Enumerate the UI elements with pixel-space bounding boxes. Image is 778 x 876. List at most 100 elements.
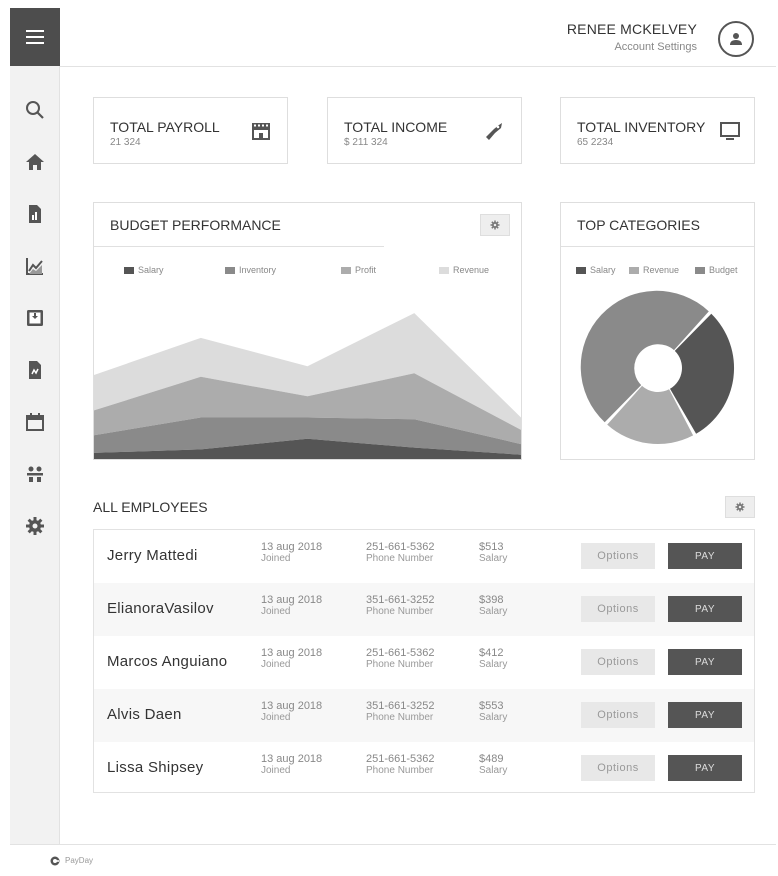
table-row: Lissa Shipsey 13 aug 2018 Joined 251-661-…	[94, 742, 754, 795]
gear-icon	[735, 502, 745, 512]
menu-button[interactable]	[10, 8, 60, 66]
legend-item-revenue: Revenue	[439, 265, 489, 275]
stat-title: TOTAL INCOME	[344, 119, 448, 135]
table-row: ElianoraVasilov 13 aug 2018 Joined 351-66…	[94, 583, 754, 636]
gear-icon	[490, 220, 500, 230]
panel-title: TOP CATEGORIES	[577, 217, 700, 233]
sidebar-item-documents[interactable]	[23, 358, 47, 382]
options-button[interactable]: Options	[581, 596, 655, 622]
legend-swatch	[124, 266, 134, 274]
tag-icon	[486, 123, 502, 140]
pay-button[interactable]: PAY	[668, 649, 742, 675]
phone-label: Phone Number	[366, 659, 434, 670]
salary-value: $489	[479, 753, 504, 765]
phone-cell: 251-661-5362 Phone Number	[366, 647, 435, 671]
sidebar-item-calendar[interactable]	[23, 410, 47, 434]
employees-title: ALL EMPLOYEES	[93, 499, 208, 515]
pay-button[interactable]: PAY	[668, 755, 742, 781]
joined-cell: 13 aug 2018 Joined	[261, 647, 322, 671]
pay-button[interactable]: PAY	[668, 543, 742, 569]
phone-number: 351-661-3252	[366, 700, 435, 712]
salary-label: Salary	[479, 712, 508, 723]
panel-title: BUDGET PERFORMANCE	[110, 217, 281, 233]
pay-button[interactable]: PAY	[668, 596, 742, 622]
account-settings-link[interactable]: Account Settings	[614, 41, 697, 53]
sidebar-item-settings[interactable]	[23, 514, 47, 538]
options-button[interactable]: Options	[581, 702, 655, 728]
salary-value: $412	[479, 647, 504, 659]
legend-item-salary: Salary	[124, 265, 164, 275]
phone-label: Phone Number	[366, 606, 434, 617]
phone-number: 251-661-5362	[366, 753, 435, 765]
salary-cell: $489 Salary	[479, 753, 507, 777]
store-icon	[252, 123, 270, 140]
salary-cell: $398 Salary	[479, 594, 507, 618]
joined-cell: 13 aug 2018 Joined	[261, 541, 322, 565]
options-button[interactable]: Options	[581, 755, 655, 781]
employees-table: Jerry Mattedi 13 aug 2018 Joined 251-661-…	[93, 529, 755, 793]
sidebar-item-home[interactable]	[23, 150, 47, 174]
legend-swatch	[225, 266, 235, 274]
joined-cell: 13 aug 2018 Joined	[261, 753, 322, 777]
phone-number: 351-661-3252	[366, 594, 435, 606]
options-button[interactable]: Options	[581, 649, 655, 675]
legend-item-revenue: Revenue	[629, 265, 679, 275]
phone-cell: 351-661-3252 Phone Number	[366, 700, 435, 724]
legend-swatch	[341, 266, 351, 274]
options-button[interactable]: Options	[581, 543, 655, 569]
panel-divider	[94, 246, 384, 247]
categories-donut-chart	[580, 290, 735, 445]
search-icon	[26, 101, 44, 119]
budget-settings-button[interactable]	[480, 214, 510, 236]
pay-button[interactable]: PAY	[668, 702, 742, 728]
payday-logo-icon	[50, 856, 60, 866]
employee-name: Lissa Shipsey	[107, 759, 204, 776]
stat-card-inventory[interactable]: TOTAL INVENTORY 65 2234	[560, 97, 755, 164]
legend-item-budget: Budget	[695, 265, 738, 275]
analytics-icon	[26, 258, 43, 275]
stat-card-payroll[interactable]: TOTAL PAYROLL 21 324	[93, 97, 288, 164]
joined-date: 13 aug 2018	[261, 594, 323, 606]
joined-date: 13 aug 2018	[261, 541, 323, 553]
table-row: Alvis Daen 13 aug 2018 Joined 351-661-325…	[94, 689, 754, 742]
document-icon	[29, 361, 41, 379]
table-row: Marcos Anguiano 13 aug 2018 Joined 251-66…	[94, 636, 754, 689]
sidebar-item-team[interactable]	[23, 462, 47, 486]
legend-swatch	[439, 266, 449, 274]
salary-label: Salary	[479, 659, 508, 670]
legend-swatch	[629, 266, 639, 274]
monitor-icon	[720, 122, 740, 140]
employee-name: Marcos Anguiano	[107, 653, 228, 670]
joined-label: Joined	[261, 659, 291, 670]
phone-number: 251-661-5362	[366, 647, 435, 659]
employees-settings-button[interactable]	[725, 496, 755, 518]
phone-label: Phone Number	[366, 553, 434, 564]
employee-name: ElianoraVasilov	[107, 600, 214, 617]
footer-brand: PayDay	[65, 856, 94, 865]
joined-date: 13 aug 2018	[261, 647, 323, 659]
menu-icon	[26, 30, 44, 44]
panel-divider	[561, 246, 754, 247]
stat-title: TOTAL PAYROLL	[110, 119, 220, 135]
joined-cell: 13 aug 2018 Joined	[261, 700, 322, 724]
inbox-icon	[27, 310, 43, 326]
legend-label: Salary	[138, 265, 164, 275]
avatar[interactable]	[718, 21, 754, 57]
sidebar-item-inbox[interactable]	[23, 306, 47, 330]
salary-label: Salary	[479, 553, 508, 564]
phone-label: Phone Number	[366, 765, 434, 776]
legend-label: Budget	[709, 265, 738, 275]
legend-label: Inventory	[239, 265, 277, 275]
joined-label: Joined	[261, 712, 291, 723]
sidebar-item-reports[interactable]	[23, 202, 47, 226]
salary-value: $553	[479, 700, 504, 712]
sidebar-item-search[interactable]	[23, 98, 47, 122]
stat-title: TOTAL INVENTORY	[577, 119, 706, 135]
sidebar-item-analytics[interactable]	[23, 254, 47, 278]
stat-card-income[interactable]: TOTAL INCOME $ 211 324	[327, 97, 522, 164]
employee-name: Jerry Mattedi	[107, 547, 198, 564]
legend-label: Profit	[355, 265, 377, 275]
top-header: RENEE MCKELVEY Account Settings	[60, 8, 776, 67]
phone-cell: 251-661-5362 Phone Number	[366, 541, 435, 565]
sidebar	[10, 8, 60, 844]
